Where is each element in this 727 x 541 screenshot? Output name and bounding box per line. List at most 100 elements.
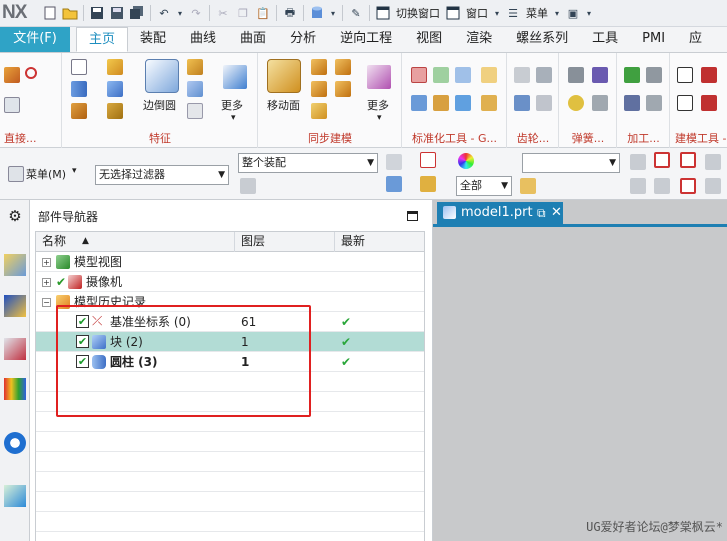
column-header-layer[interactable]: 图层 (235, 232, 335, 252)
save-icon[interactable] (89, 5, 105, 21)
boolean-icon[interactable] (107, 81, 123, 97)
tab-reverse-engineering[interactable]: 逆向工程 (328, 27, 404, 52)
tab-application[interactable]: 应 (677, 27, 702, 52)
edge-blend-icon[interactable] (145, 59, 179, 93)
cylinder-feature-icon[interactable] (71, 81, 87, 97)
point-icon[interactable] (25, 67, 37, 79)
chevron-down-icon[interactable]: ▾ (553, 5, 561, 21)
machining-4-icon[interactable] (646, 95, 662, 111)
modeling-tool-3-icon[interactable] (677, 95, 693, 111)
offset-region-icon[interactable] (335, 59, 351, 75)
expand-icon[interactable]: + (42, 258, 51, 267)
part-navigator-icon[interactable] (4, 338, 26, 360)
save-all-icon[interactable] (129, 5, 145, 21)
gear-1-icon[interactable] (514, 67, 530, 83)
copy-icon[interactable]: ❐ (235, 5, 251, 21)
cylinder-icon[interactable] (309, 5, 325, 21)
menu-icon[interactable]: ☰ (505, 5, 521, 21)
constraint-navigator-icon[interactable] (4, 295, 26, 317)
assembly-navigator-icon[interactable] (4, 254, 26, 276)
select-icon-5[interactable] (520, 178, 536, 194)
gear-2-icon[interactable] (536, 67, 552, 83)
gear-3-icon[interactable] (514, 95, 530, 111)
tab-screw-series[interactable]: 螺丝系列 (504, 27, 580, 52)
tree-row-cameras[interactable]: + ✔ 摄像机 (36, 272, 424, 292)
std-tool-4-icon[interactable] (481, 67, 497, 83)
paste-icon[interactable]: 📋 (255, 5, 271, 21)
settings-icon[interactable]: ⚙ (4, 205, 26, 227)
snap-point-icon-7[interactable] (680, 178, 696, 194)
new-file-icon[interactable] (42, 5, 58, 21)
snap-point-icon-5[interactable] (630, 178, 646, 194)
tab-surface[interactable]: 曲面 (228, 27, 278, 52)
open-folder-icon[interactable] (62, 5, 78, 21)
tree-row-history[interactable]: − 模型历史记录 (36, 292, 424, 312)
cut-icon[interactable]: ✂ (215, 5, 231, 21)
web-browser-icon[interactable] (4, 432, 26, 454)
more-sync-button[interactable]: 更多 (367, 97, 389, 113)
document-tab[interactable]: model1.prt ⧉ ✕ (437, 202, 563, 224)
more-features-icon[interactable] (223, 65, 247, 89)
color-wheel-icon[interactable] (458, 153, 474, 169)
type-filter-dropdown[interactable]: 无选择过滤器 ▼ (95, 165, 229, 185)
scope-dropdown[interactable]: 整个装配 ▼ (238, 153, 378, 173)
tab-curve[interactable]: 曲线 (178, 27, 228, 52)
snap-point-icon-3[interactable] (680, 152, 696, 168)
resize-blend-icon[interactable] (311, 103, 327, 119)
expand-icon[interactable]: + (42, 278, 51, 287)
tab-home[interactable]: 主页 (76, 27, 129, 52)
snap-point-icon-6[interactable] (654, 178, 670, 194)
shell-icon[interactable] (71, 103, 87, 119)
checkbox[interactable]: ✔ (76, 315, 89, 328)
redo-icon[interactable]: ↷ (188, 5, 204, 21)
select-icon-1[interactable] (386, 154, 402, 170)
chevron-down-icon[interactable]: ▾ (231, 113, 236, 123)
switch-window-button[interactable]: 切换窗口 (396, 5, 440, 21)
sketch-icon[interactable] (4, 67, 20, 83)
pull-face-icon[interactable] (311, 59, 327, 75)
trim-icon[interactable] (187, 103, 203, 119)
hole-icon[interactable] (107, 59, 123, 75)
snap-point-icon-4[interactable] (705, 154, 721, 170)
maximize-icon[interactable] (407, 211, 418, 221)
machining-3-icon[interactable] (624, 95, 640, 111)
coordinate-icon[interactable] (4, 97, 20, 113)
menu-dropdown[interactable]: 菜单(M) (26, 166, 66, 182)
edge-blend-button[interactable]: 边倒圆 (143, 97, 176, 113)
more-sync-icon[interactable] (367, 65, 391, 89)
modeling-tool-4-icon[interactable] (701, 95, 717, 111)
eraser-icon[interactable]: ✎ (348, 5, 364, 21)
snap-dropdown[interactable]: ▼ (522, 153, 620, 173)
std-tool-3-icon[interactable] (455, 67, 471, 83)
move-face-button[interactable]: 移动面 (267, 97, 300, 113)
window-fit-icon[interactable]: ▣ (565, 5, 581, 21)
menu-button[interactable]: 菜单 (526, 5, 548, 21)
all-dropdown[interactable]: 全部 ▼ (456, 176, 512, 196)
machining-2-icon[interactable] (646, 67, 662, 83)
std-tool-1-icon[interactable] (411, 67, 427, 83)
triangle-icon[interactable] (677, 67, 693, 83)
chamfer-icon[interactable] (187, 59, 203, 75)
spring-2-icon[interactable] (592, 67, 608, 83)
close-icon[interactable]: ✕ (551, 202, 562, 224)
pattern-icon[interactable] (107, 103, 123, 119)
std-tool-2-icon[interactable] (433, 67, 449, 83)
delete-face-icon[interactable] (335, 81, 351, 97)
tree-row-model-views[interactable]: + 模型视图 (36, 252, 424, 272)
gear-4-icon[interactable] (536, 95, 552, 111)
print-icon[interactable]: 🖶 (282, 5, 298, 21)
window-icon[interactable] (445, 5, 461, 21)
chevron-down-icon[interactable]: ▾ (72, 166, 77, 176)
snap-point-icon-8[interactable] (705, 178, 721, 194)
draft-icon[interactable] (187, 81, 203, 97)
select-icon-4[interactable] (420, 176, 436, 192)
column-header-name[interactable]: 名称 ▲ (36, 232, 235, 252)
column-header-recent[interactable]: 最新 (335, 232, 424, 252)
switch-window-icon[interactable] (375, 5, 391, 21)
chevron-down-icon[interactable]: ▾ (377, 113, 382, 123)
tab-render[interactable]: 渲染 (454, 27, 504, 52)
spring-1-icon[interactable] (568, 67, 584, 83)
reuse-library-icon[interactable] (4, 378, 26, 400)
chevron-down-icon[interactable]: ▾ (176, 5, 184, 21)
history-icon[interactable] (4, 485, 26, 507)
